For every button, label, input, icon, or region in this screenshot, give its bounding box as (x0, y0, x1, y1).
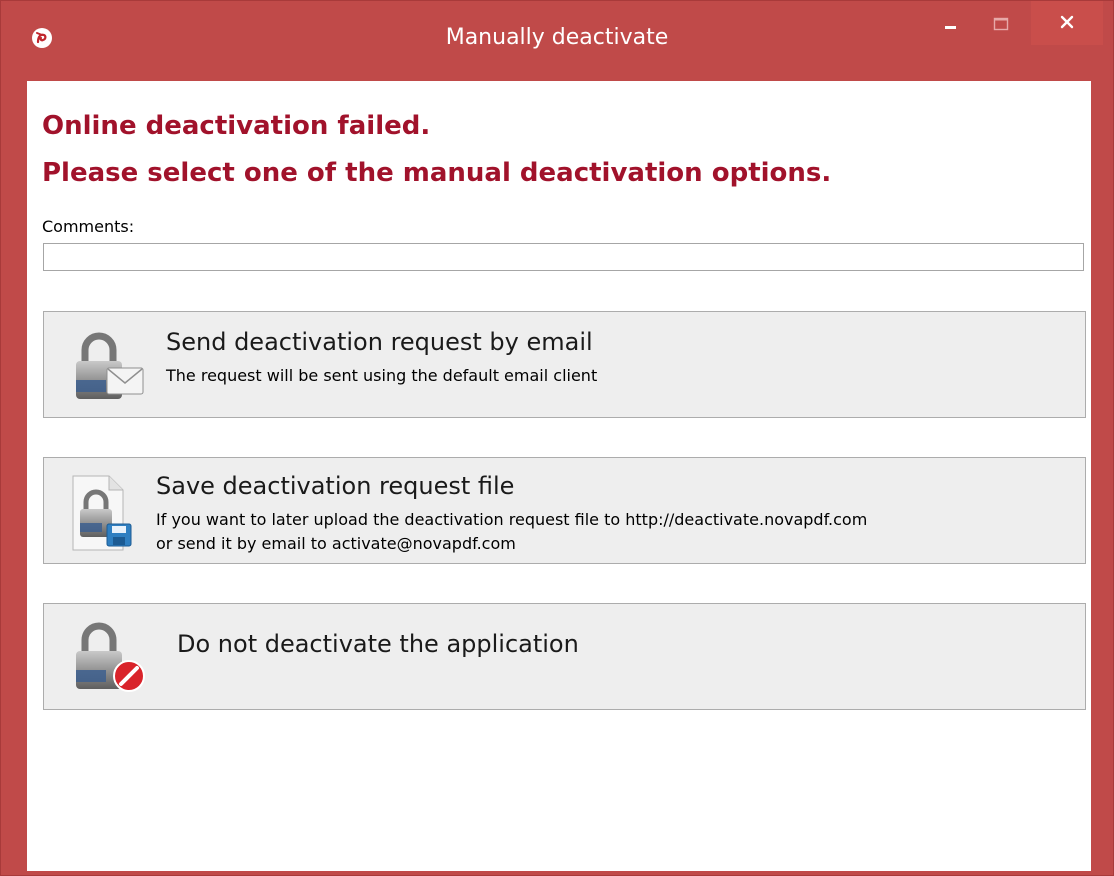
minimize-button[interactable] (929, 9, 973, 41)
dialog-window: Manually deactivate Online deactivation … (0, 0, 1114, 876)
minimize-icon (944, 16, 958, 35)
comments-label: Comments: (42, 217, 135, 236)
send-email-option-button[interactable]: Send deactivation request by email The r… (43, 311, 1086, 418)
lock-email-icon (71, 332, 149, 408)
close-icon (1060, 14, 1074, 33)
save-file-option-description-line1: If you want to later upload the deactiva… (156, 510, 868, 529)
save-file-option-title: Save deactivation request file (156, 472, 515, 500)
comments-input[interactable] (43, 243, 1084, 271)
title-bar[interactable]: Manually deactivate (1, 1, 1113, 81)
do-not-deactivate-option-title: Do not deactivate the application (177, 630, 579, 658)
dialog-content: Online deactivation failed. Please selec… (27, 81, 1091, 871)
error-heading: Online deactivation failed. (42, 111, 431, 141)
send-email-option-description: The request will be sent using the defau… (166, 366, 598, 385)
instruction-heading: Please select one of the manual deactiva… (42, 158, 832, 188)
do-not-deactivate-option-button[interactable]: Do not deactivate the application (43, 603, 1086, 710)
save-file-option-button[interactable]: Save deactivation request file If you wa… (43, 457, 1086, 564)
close-button[interactable] (1031, 1, 1103, 45)
maximize-icon (993, 16, 1009, 35)
lock-file-save-icon (69, 472, 139, 558)
lock-cancel-icon (71, 622, 149, 700)
send-email-option-title: Send deactivation request by email (166, 328, 593, 356)
save-file-option-description-line2: or send it by email to activate@novapdf.… (156, 534, 516, 553)
maximize-button[interactable] (979, 9, 1023, 41)
